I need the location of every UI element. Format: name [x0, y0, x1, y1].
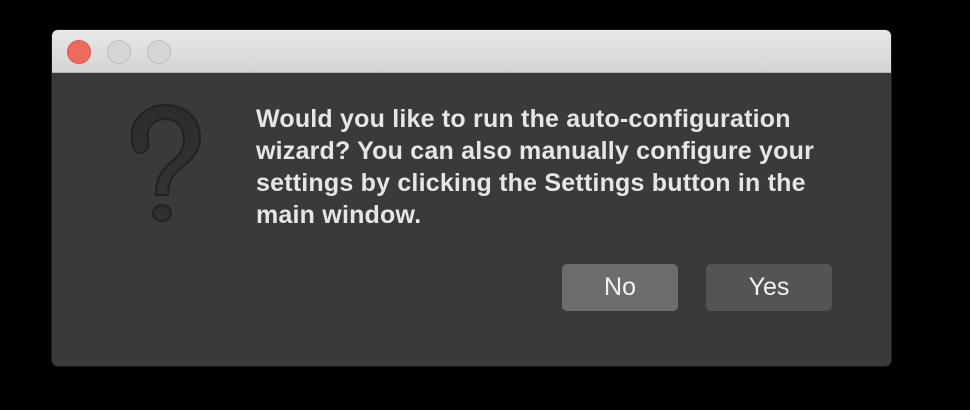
minimize-window-button[interactable] [107, 40, 131, 64]
dialog-window: Would you like to run the auto-configura… [52, 30, 891, 366]
zoom-window-button[interactable] [147, 40, 171, 64]
dialog-content: Would you like to run the auto-configura… [52, 73, 891, 366]
title-bar[interactable] [52, 30, 891, 73]
question-mark-icon [130, 103, 202, 222]
dialog-message: Would you like to run the auto-configura… [256, 105, 814, 229]
no-button[interactable]: No [562, 264, 678, 311]
close-window-button[interactable] [67, 40, 91, 64]
yes-button[interactable]: Yes [706, 264, 832, 311]
